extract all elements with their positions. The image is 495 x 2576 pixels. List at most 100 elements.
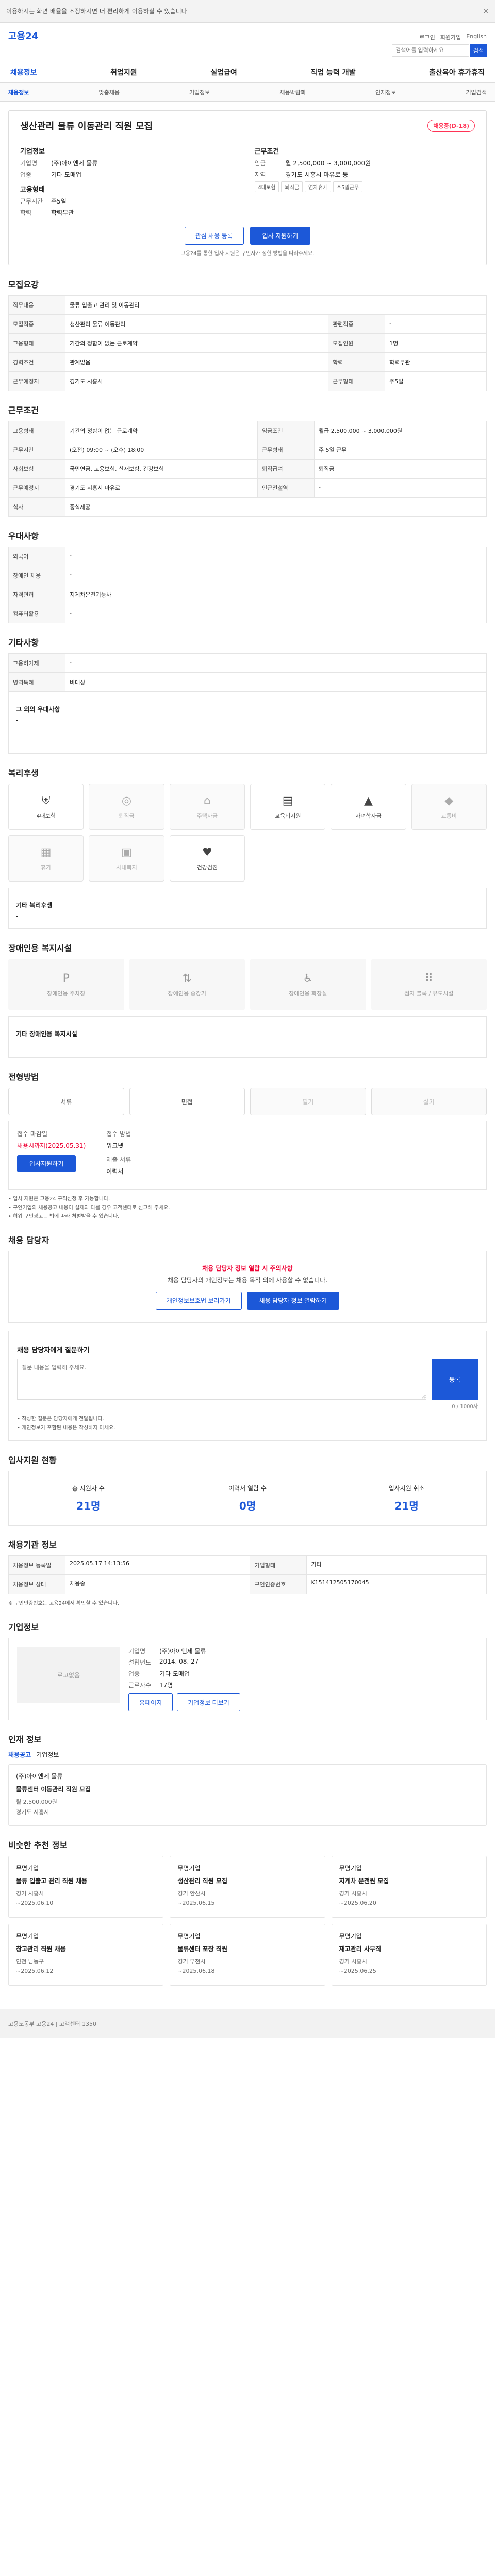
job-title: 생산관리 물류 이동관리 직원 모집 xyxy=(20,121,153,132)
rec-date: ~2025.06.10 xyxy=(16,1900,54,1906)
qa-submit-button[interactable]: 등록 xyxy=(432,1359,478,1400)
disability-extra-value: - xyxy=(16,1041,19,1048)
recommend-section-title: 비슷한 추천 정보 xyxy=(8,1840,68,1850)
search-button[interactable]: 검색 xyxy=(470,44,487,57)
table-row: 고용형태 기간의 정함이 없는 근로계약 임금조건 월급 2,500,000 ~ 3,… xyxy=(8,421,487,440)
gnb-item[interactable]: 실업급여 xyxy=(210,62,237,82)
kv-value: 주5일 xyxy=(51,198,67,205)
qa-textarea[interactable] xyxy=(17,1359,426,1400)
apply-info-box: 접수 마감일 채용시까지(2025.05.31) 입사지원하기 접수 방법 워크… xyxy=(8,1121,487,1190)
similar-post-title: 물류센터 이동관리 직원 모집 xyxy=(16,1786,91,1793)
table-header: 컴퓨터활용 xyxy=(8,604,65,623)
company-more-button[interactable]: 기업정보 더보기 xyxy=(177,1693,240,1711)
similar-card[interactable]: (주)아이앤세 물류 물류센터 이동관리 직원 모집 월 2,500,000원 … xyxy=(8,1764,487,1826)
work-section-label: 근무조건 xyxy=(254,148,279,156)
sub-nav-item[interactable]: 기업검색 xyxy=(466,88,486,96)
sub-nav-item[interactable]: 기업정보 xyxy=(189,88,210,96)
disability-extra-box: 기타 장애인용 복지시설 - xyxy=(8,1016,487,1058)
recommend-card[interactable]: 무명기업 생산관리 직원 모집 경기 안산시 ~2025.06.15 xyxy=(170,1856,325,1918)
table-header: 외국어 xyxy=(8,547,65,566)
gnb-item[interactable]: 취업지원 xyxy=(110,62,137,82)
recommend-card[interactable]: 무명기업 물류센터 포장 직원 경기 부천시 ~2025.06.18 xyxy=(170,1924,325,1986)
gnb-item[interactable]: 직업 능력 개발 xyxy=(310,62,355,82)
sub-nav-item[interactable]: 맞춤채용 xyxy=(98,88,119,96)
tab-company[interactable]: 기업정보 xyxy=(36,1750,59,1759)
recommend-card[interactable]: 무명기업 재고관리 사무직 경기 시흥시 ~2025.06.25 xyxy=(331,1924,487,1986)
login-link[interactable]: 로그인 xyxy=(419,33,435,41)
kv-value: 기타 도매업 xyxy=(159,1670,190,1677)
recommend-card[interactable]: 무명기업 지게차 운전원 모집 경기 시흥시 ~2025.06.20 xyxy=(331,1856,487,1918)
disability-item: P 장애인용 주차장 xyxy=(8,959,124,1010)
gnb-item[interactable]: 채용정보 xyxy=(10,62,37,82)
cap-icon: ▲ xyxy=(364,794,373,807)
table-cell: 관계없음 xyxy=(64,352,329,372)
global-nav: 채용정보 취업지원 실업급여 직업 능력 개발 출산육아 휴가휴직 xyxy=(0,57,495,83)
method-item: 필기 xyxy=(250,1088,366,1115)
table-header: 모집인원 xyxy=(328,333,386,353)
rec-meta: 경기 시흥시 xyxy=(339,1958,367,1965)
apply-button[interactable]: 입사 지원하기 xyxy=(250,227,311,245)
table-row: 근무시간 (오전) 09:00 ~ (오후) 18:00 근무형태 주 5일 근무 xyxy=(8,440,487,460)
notice-line: • 개인정보가 포함된 내용은 작성하지 마세요. xyxy=(17,1425,116,1431)
disability-label: 장애인용 승강기 xyxy=(168,990,206,997)
recommend-card[interactable]: 무명기업 물류 입출고 관리 직원 채용 경기 시흥시 ~2025.06.10 xyxy=(8,1856,164,1918)
apply-note: 고용24를 통한 입사 지원은 구인자가 정한 방법을 따라주세요. xyxy=(180,251,315,257)
kv-row: 지역 경기도 시흥시 마유로 등 xyxy=(255,170,475,179)
disability-section-title: 장애인용 복지시설 xyxy=(8,943,72,953)
table-row: 장애인 채용 - xyxy=(8,566,487,585)
table-cell: - xyxy=(314,478,487,498)
disability-label: 장애인용 주차장 xyxy=(47,990,86,997)
sub-nav-item[interactable]: 인재정보 xyxy=(375,88,396,96)
house-icon: ⌂ xyxy=(203,794,211,807)
table-row: 채용정보 상태 채용중 구인인증번호 K151412505170045 xyxy=(8,1574,487,1594)
kv-row: 설립년도 2014. 08. 27 xyxy=(128,1658,478,1667)
view-contact-button[interactable]: 채용 담당자 정보 열람하기 xyxy=(246,1292,340,1310)
table-cell: 2025.05.17 14:13:56 xyxy=(64,1555,251,1575)
welfare-item: ◆ 교통비 xyxy=(411,784,487,830)
table-cell: 생산관리 물류 이동관리 xyxy=(64,314,329,334)
sub-nav: 채용정보 맞춤채용 기업정보 채용박람회 인재정보 기업검색 xyxy=(0,83,495,102)
method-item: 실기 xyxy=(371,1088,487,1115)
table-row: 모집직종 생산관리 물류 이동관리 관련직종 - xyxy=(8,314,487,334)
tab-posts[interactable]: 채용공고 xyxy=(8,1750,31,1759)
table-header: 근무형태 xyxy=(257,440,315,460)
info-section-title: 채용기관 정보 xyxy=(8,1540,57,1550)
table-cell: 기간의 정함이 없는 근로계약 xyxy=(64,333,329,353)
signup-link[interactable]: 회원가입 xyxy=(440,33,461,41)
brand-name: 고용24 xyxy=(8,31,39,42)
rec-company: 무명기업 xyxy=(177,1865,201,1872)
gnb-item[interactable]: 출산육아 휴가휴직 xyxy=(429,62,485,82)
contact-box: 채용 담당자 정보 열람 시 주의사항 채용 담당자의 개인정보는 채용 목적 … xyxy=(8,1251,487,1323)
benefit-tags: 4대보험 퇴직금 연차휴가 주5일근무 xyxy=(254,181,475,192)
search-input[interactable] xyxy=(392,44,469,57)
language-link[interactable]: English xyxy=(466,33,487,41)
table-header: 관련직종 xyxy=(328,314,386,334)
welfare-label: 주택자금 xyxy=(196,812,218,819)
privacy-law-button[interactable]: 개인정보보호법 보러가기 xyxy=(155,1292,242,1310)
recommend-card[interactable]: 무명기업 창고관리 직원 채용 인천 남동구 ~2025.06.12 xyxy=(8,1924,164,1986)
homepage-button[interactable]: 홈페이지 xyxy=(128,1693,173,1711)
table-row: 고용형태 기간의 정함이 없는 근로계약 모집인원 1명 xyxy=(8,333,487,353)
company-section-title: 기업정보 xyxy=(8,1622,39,1632)
table-cell: (오전) 09:00 ~ (오후) 18:00 xyxy=(65,440,258,460)
welfare-extra-box: 기타 복리후생 - xyxy=(8,888,487,929)
sub-nav-item[interactable]: 채용박람회 xyxy=(279,88,306,96)
company-details: 기업명 (주)아이앤세 물류 설립년도 2014. 08. 27 업종 기타 도매업 … xyxy=(128,1647,478,1711)
table-row: 근무예정지 경기도 시흥시 근무형태 주5일 xyxy=(8,371,487,391)
rec-company: 무명기업 xyxy=(177,1933,201,1940)
contact-actions: 개인정보보호법 보러가기 채용 담당자 정보 열람하기 xyxy=(21,1292,474,1310)
gift-icon: ▣ xyxy=(121,845,132,859)
table-row: 식사 중식제공 xyxy=(8,497,487,517)
qa-notes: • 작성한 질문은 담당자에게 전달됩니다. • 개인정보가 포함된 내용은 작… xyxy=(17,1415,478,1432)
welfare-label: 자녀학자금 xyxy=(355,812,382,819)
welfare-label: 휴가 xyxy=(41,863,52,871)
stat-label: 총 지원자 수 xyxy=(72,1485,105,1492)
scrap-button[interactable]: 관심 채용 등록 xyxy=(184,227,244,245)
close-icon[interactable]: × xyxy=(483,7,489,15)
table-cell: 비대상 xyxy=(65,672,487,692)
apply-now-button[interactable]: 입사지원하기 xyxy=(17,1155,76,1172)
calendar-icon: ▦ xyxy=(40,845,52,859)
table-cell: 월급 2,500,000 ~ 3,000,000원 xyxy=(314,421,487,440)
sub-nav-item[interactable]: 채용정보 xyxy=(8,88,29,96)
table-cell: 퇴직금 xyxy=(314,459,487,479)
